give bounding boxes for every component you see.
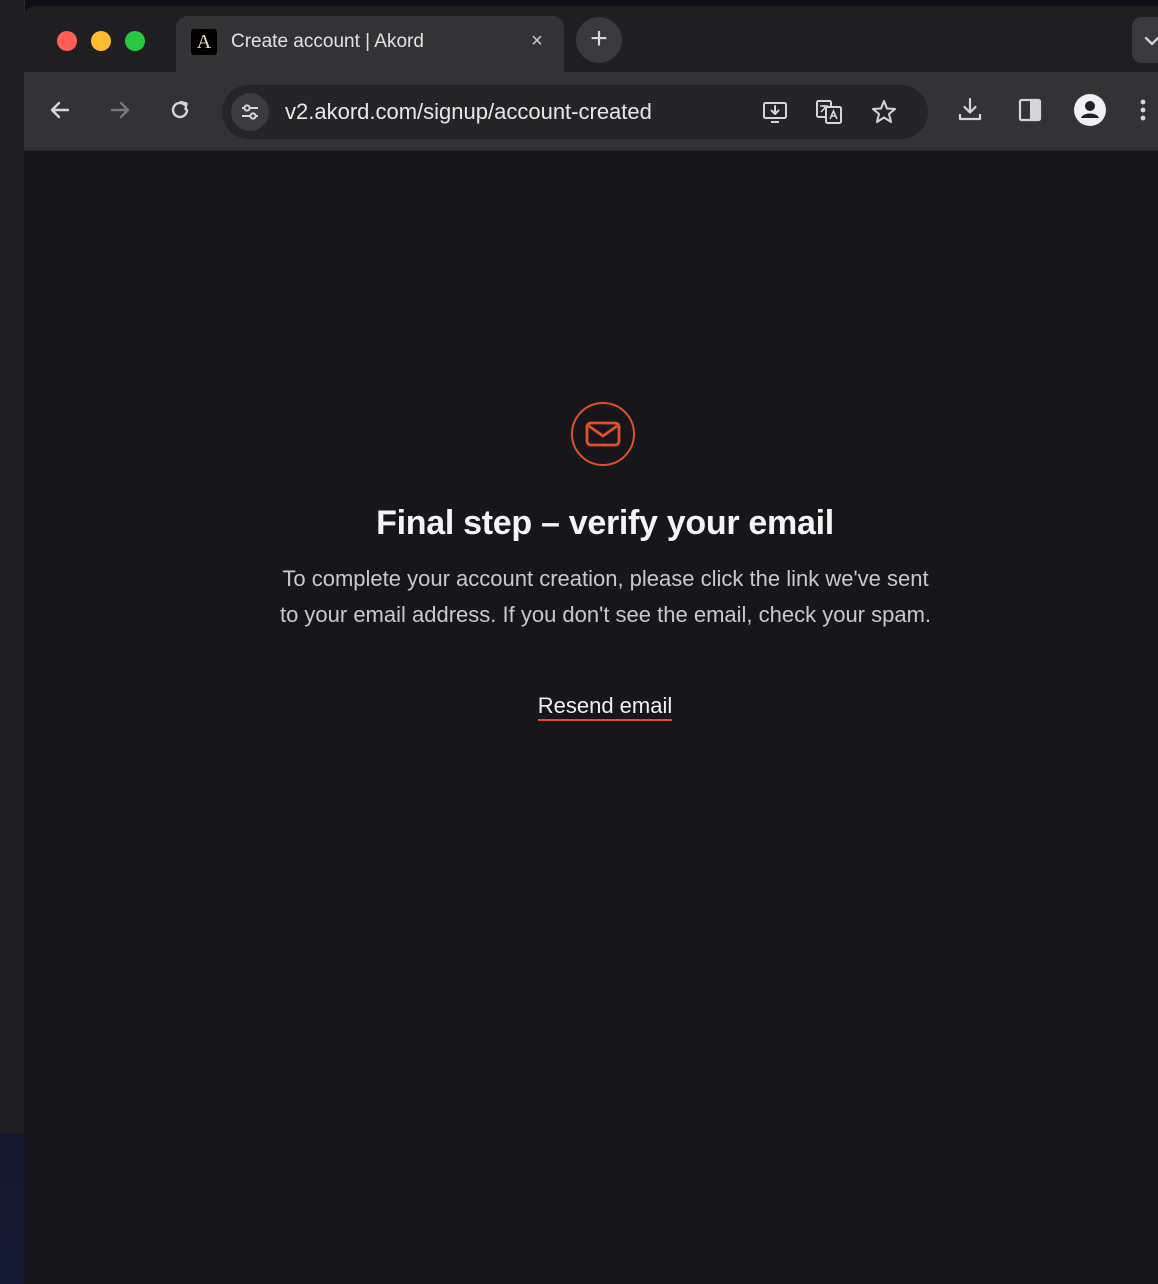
- chevron-down-icon: [1144, 36, 1158, 46]
- tab-search-button[interactable]: [1132, 17, 1158, 63]
- page-title: Final step – verify your email: [376, 504, 834, 542]
- download-icon: [958, 97, 982, 121]
- profile-button[interactable]: [1072, 92, 1108, 128]
- instruction-text: To complete your account creation, pleas…: [279, 566, 932, 627]
- bookmark-button[interactable]: [867, 95, 901, 129]
- tab-create-account[interactable]: A Create account | Akord ×: [176, 16, 564, 72]
- menu-icon: [1140, 99, 1146, 121]
- forward-button[interactable]: [102, 92, 138, 128]
- install-app-icon: [763, 102, 787, 123]
- page-content: Final step – verify your email To comple…: [24, 151, 1158, 1284]
- background-window: [0, 0, 25, 1134]
- site-info-icon: [242, 104, 258, 120]
- zoom-window-button[interactable]: [125, 31, 145, 51]
- profile-icon: [1074, 94, 1106, 126]
- translate-icon: [816, 100, 842, 124]
- minimize-window-button[interactable]: [91, 31, 111, 51]
- tab-strip: A Create account | Akord × +: [24, 6, 1158, 72]
- side-panel-button[interactable]: [1012, 92, 1048, 128]
- new-tab-button[interactable]: +: [576, 17, 622, 63]
- akord-favicon-icon: A: [191, 29, 217, 55]
- reload-button[interactable]: [162, 92, 198, 128]
- bookmark-star-icon: [872, 100, 896, 123]
- tab-close-icon[interactable]: ×: [524, 28, 550, 54]
- desktop: A Create account | Akord × + v2.akord.co…: [0, 0, 1158, 1284]
- translate-button[interactable]: [812, 95, 846, 129]
- address-bar[interactable]: v2.akord.com/signup/account-created: [222, 85, 928, 139]
- site-info-button[interactable]: [231, 93, 269, 131]
- reload-icon: [171, 100, 189, 119]
- browser-menu-button[interactable]: [1130, 92, 1156, 128]
- mail-icon: [585, 421, 621, 447]
- url-text[interactable]: v2.akord.com/signup/account-created: [285, 99, 652, 125]
- resend-container: Resend email: [24, 691, 1158, 721]
- browser-toolbar: v2.akord.com/signup/account-created: [24, 72, 1158, 151]
- downloads-button[interactable]: [952, 92, 988, 128]
- side-panel-icon: [1018, 98, 1042, 122]
- back-button[interactable]: [42, 92, 78, 128]
- install-app-button[interactable]: [759, 95, 793, 129]
- browser-window: A Create account | Akord × + v2.akord.co…: [24, 6, 1158, 1284]
- tab-title: Create account | Akord: [231, 31, 424, 52]
- resend-email-link[interactable]: Resend email: [537, 693, 673, 721]
- back-icon: [50, 101, 70, 119]
- forward-icon: [110, 101, 130, 119]
- close-window-button[interactable]: [57, 31, 77, 51]
- mail-badge: [571, 402, 635, 466]
